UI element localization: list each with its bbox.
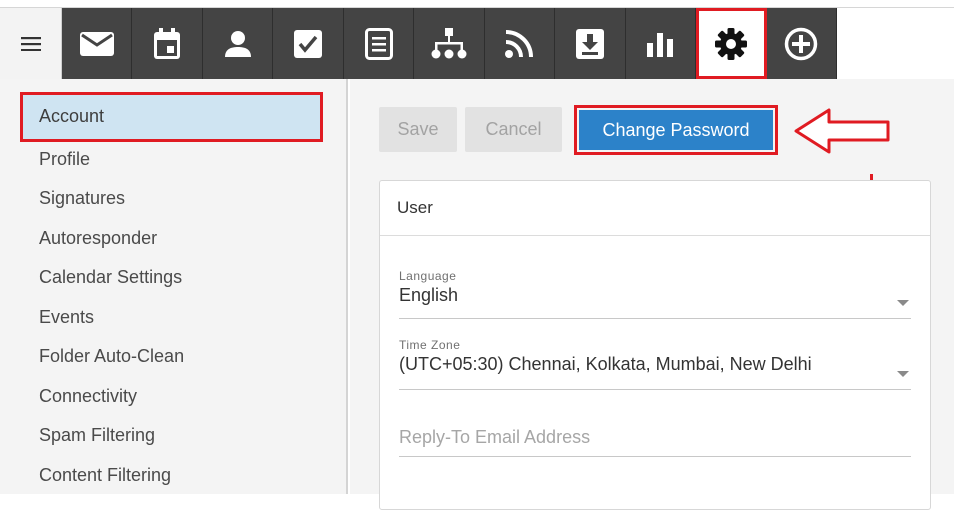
add-button[interactable] bbox=[767, 8, 837, 79]
reply-to-email-field[interactable]: Reply-To Email Address bbox=[399, 427, 911, 457]
calendar-button[interactable] bbox=[132, 8, 203, 79]
settings-sidebar: Account Profile Signatures Autoresponder… bbox=[0, 79, 348, 494]
sidebar-item-connectivity[interactable]: Connectivity bbox=[39, 384, 137, 408]
sidebar-item-folder-auto-clean[interactable]: Folder Auto-Clean bbox=[39, 344, 184, 368]
add-circle-icon bbox=[785, 27, 818, 60]
timezone-select[interactable]: Time Zone (UTC+05:30) Chennai, Kolkata, … bbox=[399, 338, 911, 390]
sidebar-item-account[interactable]: Account bbox=[20, 92, 323, 142]
change-password-label: Change Password bbox=[579, 110, 773, 150]
sidebar-item-autoresponder[interactable]: Autoresponder bbox=[39, 226, 157, 250]
rss-button[interactable] bbox=[485, 8, 556, 79]
sitemap-button[interactable] bbox=[414, 8, 485, 79]
rss-icon bbox=[505, 29, 534, 58]
contacts-button[interactable] bbox=[203, 8, 274, 79]
reply-to-placeholder: Reply-To Email Address bbox=[399, 427, 591, 447]
sidebar-item-signatures[interactable]: Signatures bbox=[39, 186, 125, 210]
card-title: User bbox=[380, 181, 930, 236]
tasks-button[interactable] bbox=[273, 8, 344, 79]
tasks-icon bbox=[294, 29, 323, 58]
reports-button[interactable] bbox=[626, 8, 697, 79]
mail-icon bbox=[79, 31, 114, 56]
chevron-down-icon bbox=[897, 371, 909, 377]
chevron-down-icon bbox=[897, 300, 909, 306]
settings-content: Save Cancel Change Password User Languag… bbox=[350, 79, 954, 510]
hamburger-icon bbox=[20, 36, 41, 51]
language-value: English bbox=[399, 285, 459, 305]
sidebar-item-calendar-settings[interactable]: Calendar Settings bbox=[39, 265, 182, 289]
callout-arrow-icon bbox=[794, 108, 890, 154]
sidebar-item-label: Account bbox=[39, 106, 105, 126]
download-button[interactable] bbox=[555, 8, 626, 79]
timezone-label: Time Zone bbox=[399, 338, 461, 352]
mail-button[interactable] bbox=[62, 8, 133, 79]
contact-icon bbox=[224, 30, 251, 57]
save-button[interactable]: Save bbox=[379, 107, 457, 152]
module-toolbar bbox=[62, 8, 837, 79]
sidebar-item-events[interactable]: Events bbox=[39, 305, 94, 329]
settings-button[interactable] bbox=[696, 8, 767, 79]
sidebar-item-profile[interactable]: Profile bbox=[39, 147, 90, 171]
sidebar-item-spam-filtering[interactable]: Spam Filtering bbox=[39, 423, 155, 447]
cancel-button[interactable]: Cancel bbox=[465, 107, 562, 152]
sitemap-icon bbox=[431, 27, 467, 58]
timezone-value: (UTC+05:30) Chennai, Kolkata, Mumbai, Ne… bbox=[399, 354, 812, 374]
app-toolbar bbox=[0, 8, 954, 79]
language-label: Language bbox=[399, 269, 457, 283]
download-icon bbox=[575, 28, 604, 59]
notes-button[interactable] bbox=[344, 8, 415, 79]
user-settings-card: User Language English Time Zone (UTC+05:… bbox=[379, 180, 931, 510]
menu-button[interactable] bbox=[0, 8, 62, 79]
language-select[interactable]: Language English bbox=[399, 269, 911, 319]
change-password-button[interactable]: Change Password bbox=[574, 105, 778, 155]
window-top-edge bbox=[0, 0, 954, 8]
sidebar-item-content-filtering[interactable]: Content Filtering bbox=[39, 463, 171, 487]
chart-icon bbox=[647, 32, 674, 57]
notes-icon bbox=[364, 27, 393, 60]
gear-icon bbox=[715, 27, 748, 60]
calendar-icon bbox=[154, 27, 181, 59]
